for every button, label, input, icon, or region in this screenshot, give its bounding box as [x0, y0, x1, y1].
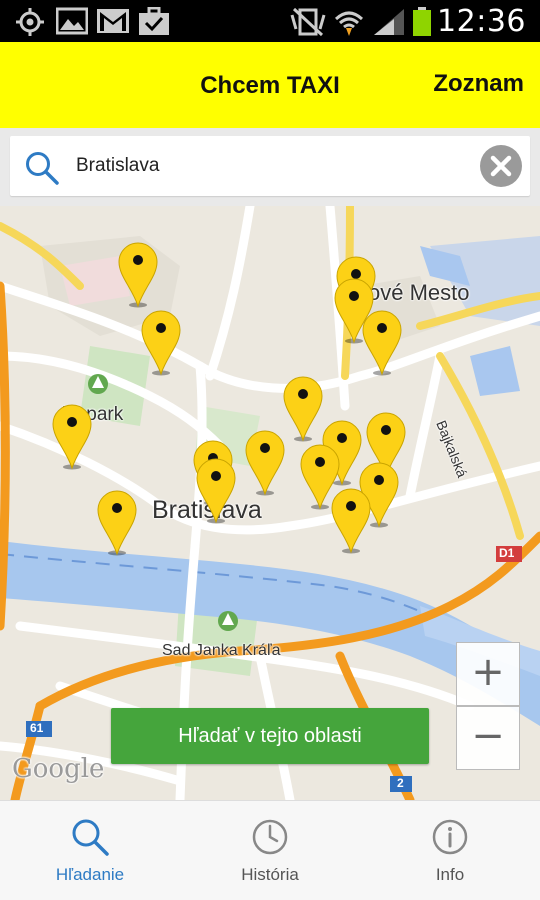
taxi-pin[interactable]	[283, 376, 323, 442]
status-bar: 12:36	[0, 0, 540, 42]
taxi-pin[interactable]	[245, 430, 285, 496]
nav-item-search[interactable]: Hľadanie	[0, 801, 180, 900]
bottom-navigation: Hľadanie História Info	[0, 800, 540, 900]
route-label-61: 61	[30, 721, 44, 735]
status-time: 12:36	[437, 4, 526, 39]
info-icon	[432, 819, 468, 855]
gmail-icon	[97, 9, 129, 33]
zoom-in-button[interactable]: +	[456, 642, 520, 706]
nav-label-info: Info	[435, 865, 465, 884]
battery-icon	[413, 7, 431, 36]
wifi-icon	[334, 11, 364, 36]
signal-icon	[374, 9, 404, 35]
nav-label-search: Hľadanie	[55, 865, 125, 884]
gps-icon	[16, 8, 44, 36]
search-input[interactable]	[76, 150, 466, 182]
app-bar: Chcem TAXI Zoznam	[0, 42, 540, 128]
briefcase-icon	[139, 7, 169, 35]
gallery-icon	[56, 7, 88, 35]
taxi-pin[interactable]	[196, 458, 236, 524]
list-button[interactable]: Zoznam	[433, 70, 524, 98]
vibrate-icon	[290, 7, 326, 37]
map-view[interactable]: ové Mesto ký park Bratislava Sad Janka K…	[0, 206, 540, 800]
map-label-district: ové Mesto	[368, 280, 470, 305]
search-area-button[interactable]: Hľadať v tejto oblasti	[111, 708, 429, 764]
search-bar	[0, 128, 540, 206]
taxi-pin[interactable]	[52, 404, 92, 470]
zoom-out-button[interactable]: −	[456, 706, 520, 770]
nav-item-history[interactable]: História	[180, 801, 360, 900]
clock-icon	[252, 819, 288, 855]
close-icon	[490, 155, 512, 177]
search-box	[10, 136, 530, 196]
taxi-pin[interactable]	[141, 310, 181, 376]
taxi-pin[interactable]	[118, 242, 158, 308]
google-logo: Google	[12, 754, 105, 784]
map-label-bridge: Sad Janka Kráľa	[162, 642, 281, 659]
taxi-pin[interactable]	[97, 490, 137, 556]
nav-label-history: História	[241, 865, 299, 884]
taxi-pin[interactable]	[362, 310, 402, 376]
search-icon	[26, 152, 59, 185]
nav-item-info[interactable]: Info	[360, 801, 540, 900]
route-label-d1: D1	[499, 546, 515, 560]
route-label-2: 2	[397, 776, 404, 790]
clear-search-button[interactable]	[480, 145, 522, 187]
taxi-pin[interactable]	[331, 488, 371, 554]
search-icon	[72, 819, 109, 856]
